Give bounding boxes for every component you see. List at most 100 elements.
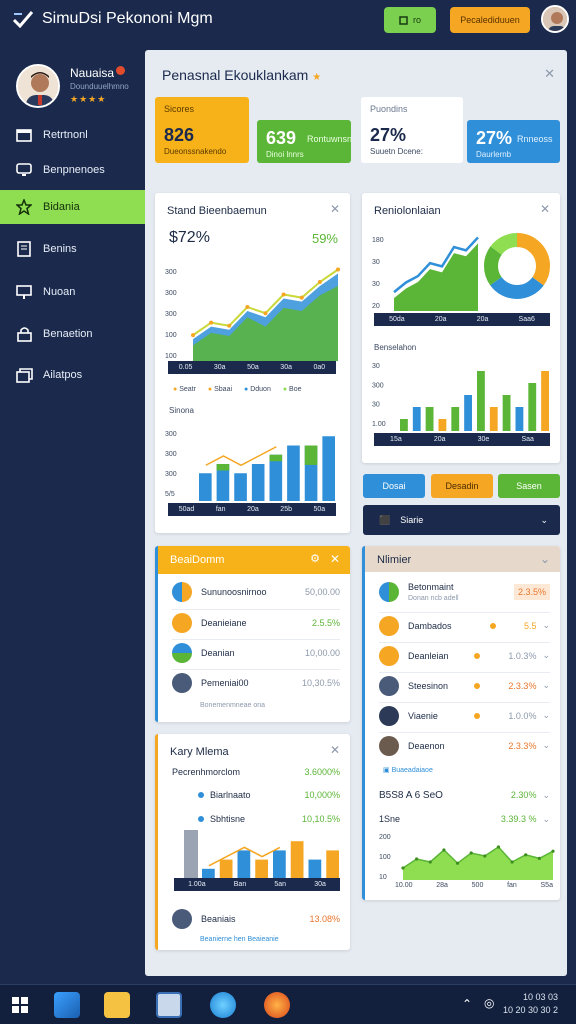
sidebar-item-3[interactable]: Benins: [0, 232, 145, 266]
sidebar-item-1[interactable]: Benpnenoes: [0, 153, 145, 187]
tag-link[interactable]: ▣ Buaeadaiaoe: [383, 766, 433, 774]
y-tick: 300: [165, 471, 177, 478]
favorite-star-icon[interactable]: ★: [312, 72, 321, 83]
data-point: [469, 851, 473, 855]
x-tick: 30e: [477, 436, 490, 443]
x-tick: 28a: [436, 882, 448, 889]
x-tick: 0a0: [313, 364, 326, 371]
status-dot: [198, 816, 204, 822]
x-tick: 10.00: [395, 882, 413, 889]
rental-area-chart: 180 30 30 20: [372, 236, 479, 311]
y-tick: 300: [165, 431, 177, 438]
stat-card-0[interactable]: Sicores 826 Dueonssnakendo: [155, 97, 249, 163]
sidebar-item-0[interactable]: Retrtnonl: [0, 118, 145, 152]
stat-card-2[interactable]: Puondins 27% Suuetn Dcene:: [361, 97, 463, 163]
avatar: [379, 735, 399, 756]
list-item[interactable]: Sbhtisne 10,10.5%: [198, 808, 340, 830]
app-icon-blue[interactable]: [54, 992, 80, 1018]
chevron-down-icon[interactable]: ⌄: [542, 740, 550, 751]
sidebar-item-5[interactable]: Benaetion: [0, 317, 145, 351]
list-item[interactable]: Deanieiane 2.5.5%: [172, 609, 340, 635]
blue-button[interactable]: Dosai: [363, 474, 425, 498]
sidebar-item-label: Retrtnonl: [43, 129, 88, 141]
chevron-up-icon[interactable]: ⌃: [462, 997, 472, 1011]
x-tick: 1.00a: [188, 881, 206, 888]
chevron-down-icon[interactable]: ⌄: [542, 790, 550, 801]
list-item[interactable]: Deaenon 2.3.3% ⌄: [379, 732, 550, 758]
tag-text: Buaeadaiaoe: [391, 767, 433, 774]
sidebar-item-label: Benpnenoes: [43, 164, 105, 176]
browser-icon[interactable]: [210, 992, 236, 1018]
bar: [528, 383, 537, 431]
data-point: [263, 311, 268, 316]
list-item[interactable]: Sununoosnirnoo 50,00.00: [172, 579, 340, 605]
chevron-down-icon[interactable]: ⌄: [540, 552, 550, 566]
chevron-down-icon[interactable]: ⌄: [542, 814, 550, 825]
chevron-down-icon[interactable]: ⌄: [542, 680, 550, 691]
rental-donut-chart: [484, 233, 550, 299]
sidebar-item-2[interactable]: Bidania: [0, 190, 145, 224]
big-value-left: $72%: [169, 229, 210, 246]
folder-icon[interactable]: [104, 992, 130, 1018]
list-item[interactable]: Deanleian 1.0.3% ⌄: [379, 642, 550, 668]
chevron-down-icon[interactable]: ⌄: [542, 620, 550, 631]
bar-column: [184, 830, 198, 878]
orange-button[interactable]: Desadin: [431, 474, 493, 498]
media-icon[interactable]: [264, 992, 290, 1018]
status-badge: [116, 66, 125, 75]
panel-close-button[interactable]: ✕: [544, 66, 555, 82]
list-item[interactable]: Dambados 5.5 ⌄: [379, 612, 550, 638]
clock[interactable]: 10 03 03 10 20 30 30 2: [503, 991, 558, 1017]
stat-card-1[interactable]: 639 Rontuwnsn Dinoi lnnrs: [257, 120, 352, 163]
list-item[interactable]: Deanian 10,00.00: [172, 639, 340, 665]
stat-card-3[interactable]: 27% Rnneoss Daurlernb: [467, 120, 560, 163]
network-icon[interactable]: ◎: [484, 996, 494, 1010]
user-avatar[interactable]: [541, 5, 569, 33]
list-item[interactable]: Betonmaint Donan ncb adell 2.3.5%: [379, 578, 550, 606]
list-item[interactable]: Steesinon 2.3.3% ⌄: [379, 672, 550, 698]
chart-subtitle: Benselahon: [374, 343, 417, 352]
chevron-down-icon[interactable]: ⌄: [542, 710, 550, 721]
avatar: [172, 909, 192, 929]
stand-card: Stand Bieenbaemun ✕ $72% 59% 300 300 300 10…: [155, 193, 350, 533]
app-title: SimuDsi Pekononi Mgm: [42, 10, 213, 27]
bar: [202, 868, 215, 878]
list-item[interactable]: Pemeniai00 10,30.5%: [172, 669, 340, 695]
row-value: 13.08%: [309, 914, 340, 924]
close-icon[interactable]: ✕: [330, 552, 340, 566]
bar: [304, 445, 318, 465]
top-orange-button[interactable]: Pecalediduuen: [450, 7, 530, 33]
green-button[interactable]: Sasen: [498, 474, 560, 498]
sidebar-item-6[interactable]: Ailatpos: [0, 358, 145, 392]
list-item[interactable]: Biarlnaato 10,000%: [198, 784, 340, 806]
series-select[interactable]: ⬛ Siarie ⌄: [363, 505, 560, 535]
chevron-down-icon[interactable]: ⌄: [542, 650, 550, 661]
sidebar-item-4[interactable]: Nuoan: [0, 275, 145, 309]
close-icon[interactable]: ✕: [330, 743, 340, 757]
number-x-axis: 10.00 28a 500 fan S5a: [395, 882, 553, 889]
bar: [515, 407, 524, 431]
list-item[interactable]: Viaenie 1.0.0% ⌄: [379, 702, 550, 728]
profile-avatar[interactable]: [16, 64, 60, 108]
top-green-label: ro: [412, 15, 421, 25]
bar: [308, 859, 322, 878]
windows-start-icon[interactable]: [12, 997, 28, 1013]
y-tick: 100: [165, 332, 177, 339]
sidebar-item-label: Benins: [43, 243, 77, 255]
row-name: Viaenie: [408, 710, 438, 721]
close-icon[interactable]: ✕: [540, 202, 550, 216]
y-tick: 5/5: [165, 491, 175, 498]
stat-sub: Suuetn Dcene:: [370, 147, 423, 156]
row-value: 10,000%: [304, 790, 340, 800]
stat-label: Puondins: [370, 104, 408, 114]
stat-sub: Daurlernb: [476, 150, 512, 159]
list-item[interactable]: Beaniais 13.08%: [172, 906, 340, 932]
top-green-button[interactable]: ro: [384, 7, 436, 33]
avatar: [172, 582, 192, 602]
settings-icon[interactable]: ⚙: [310, 552, 320, 565]
y-tick: 100: [379, 854, 391, 861]
close-icon[interactable]: ✕: [330, 202, 340, 216]
profile-person-icon: [18, 66, 58, 106]
card-title: Kary Mlema: [170, 746, 229, 758]
notes-icon[interactable]: [156, 992, 182, 1018]
